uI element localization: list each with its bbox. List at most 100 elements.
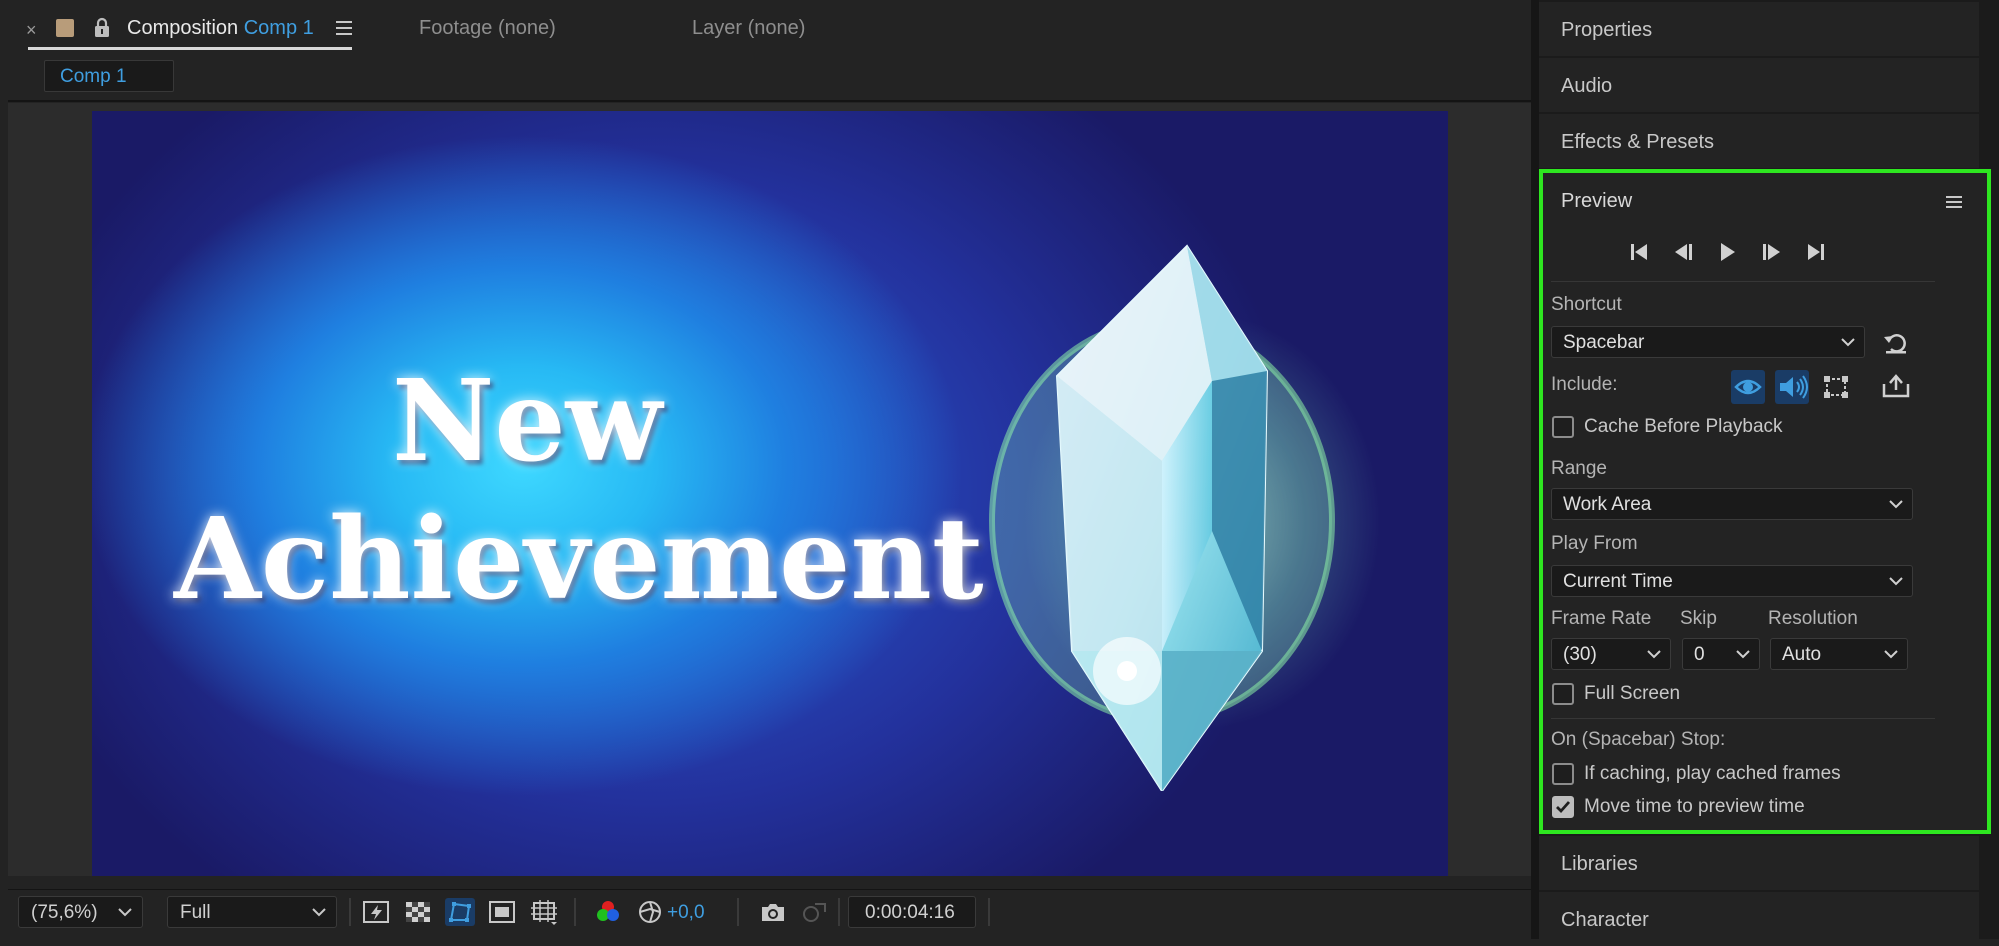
panel-properties[interactable]: Properties [1539,2,1979,56]
active-tab-underline [28,47,352,50]
crystal-illustration [989,244,1335,791]
panel-character[interactable]: Character [1539,892,1979,946]
preview-panel-title[interactable]: Preview [1561,190,1632,213]
if-caching-checkbox[interactable] [1552,763,1574,785]
zoom-value: (75,6%) [31,902,98,923]
tab-layer[interactable]: Layer (none) [692,17,805,40]
resolution-value: Full [180,902,211,923]
tab-composition-label: Composition [127,17,239,39]
chevron-down-icon [1841,338,1855,347]
panel-effects-presets[interactable]: Effects & Presets [1539,114,1979,168]
checkmark-icon [1556,801,1571,814]
frame-rate-label: Frame Rate [1551,608,1652,629]
divider [1551,281,1935,282]
eye-icon [1734,379,1762,395]
range-value: Work Area [1563,494,1652,515]
transparency-grid-icon[interactable] [403,898,433,926]
shortcut-value: Spacebar [1563,332,1645,353]
chevron-down-icon [1884,650,1898,659]
skip-label: Skip [1680,608,1717,629]
skip-value: 0 [1694,644,1705,665]
panel-divider[interactable] [1531,0,1539,939]
fast-previews-icon[interactable] [361,898,391,926]
comp-breadcrumb-chip[interactable]: Comp 1 [44,60,174,92]
frame-rate-value: (30) [1563,644,1597,665]
toolbar-divider [349,898,351,926]
panel-menu-icon[interactable] [1946,195,1962,209]
range-select[interactable]: Work Area [1551,488,1913,520]
include-audio-toggle[interactable] [1775,370,1809,404]
composition-canvas[interactable]: New Achievement [92,111,1448,876]
speaker-icon [1780,375,1808,399]
snapshot-camera-icon[interactable] [758,898,788,926]
chevron-down-icon [1889,500,1903,509]
play-icon[interactable] [1713,239,1741,265]
cache-before-playback-checkbox[interactable] [1552,416,1574,438]
region-of-interest-icon[interactable] [487,898,517,926]
tab-composition[interactable]: Composition Comp 1 [127,17,314,40]
chevron-down-icon [118,908,132,917]
panel-audio[interactable]: Audio [1539,58,1979,112]
play-from-label: Play From [1551,533,1638,554]
toolbar-divider [838,898,840,926]
toolbar-divider [988,898,990,926]
tab-composition-name: Comp 1 [243,17,314,39]
composition-color-swatch-icon [56,19,74,37]
shortcut-label: Shortcut [1551,294,1622,315]
preview-panel: Preview Shortcut Spacebar Include: Cache… [1539,169,1991,834]
skip-select[interactable]: 0 [1682,638,1760,670]
if-caching-label[interactable]: If caching, play cached frames [1584,763,1841,785]
panel-libraries[interactable]: Libraries [1539,836,1979,890]
lock-icon[interactable] [92,17,112,39]
show-snapshot-icon[interactable] [799,898,829,926]
composition-viewer[interactable]: New Achievement [8,103,1531,876]
shortcut-select[interactable]: Spacebar [1551,326,1865,358]
move-time-checkbox[interactable] [1552,796,1574,818]
tab-footage[interactable]: Footage (none) [419,17,556,40]
next-frame-icon[interactable] [1758,239,1786,265]
composition-panel: × Composition Comp 1 Footage (none) Laye… [0,0,1531,939]
canvas-title-line-1: New [392,356,663,487]
close-tab-icon[interactable]: × [26,20,37,41]
frame-rate-select[interactable]: (30) [1551,638,1671,670]
reset-exposure-icon[interactable] [635,898,665,926]
chevron-down-icon [1647,650,1661,659]
include-label: Include: [1551,374,1618,395]
move-time-label[interactable]: Move time to preview time [1584,796,1805,818]
on-stop-label: On (Spacebar) Stop: [1551,729,1726,750]
current-time-display[interactable]: 0:00:04:16 [848,896,976,928]
include-video-toggle[interactable] [1731,370,1765,404]
play-from-select[interactable]: Current Time [1551,565,1913,597]
resolution-select[interactable]: Auto [1770,638,1908,670]
chevron-down-icon [1736,650,1750,659]
range-label: Range [1551,458,1607,479]
first-frame-icon[interactable] [1625,239,1653,265]
comp-navigator-bar: Comp 1 [8,56,1531,102]
full-screen-label[interactable]: Full Screen [1584,683,1680,705]
viewer-toolbar: (75,6%) Full +0,0 0:00:04:16 [8,889,1531,939]
resolution-label: Resolution [1768,608,1858,629]
include-overlays-toggle[interactable] [1819,370,1853,404]
viewer-tab-bar: × Composition Comp 1 Footage (none) Laye… [0,0,1531,56]
last-frame-icon[interactable] [1802,239,1830,265]
canvas-title-line-2: Achievement [174,494,984,625]
mask-path-visibility-icon[interactable] [445,898,475,926]
play-from-value: Current Time [1563,571,1673,592]
toolbar-divider [574,898,576,926]
resolution-select[interactable]: Full [167,896,337,928]
divider [1551,718,1935,719]
panel-menu-icon[interactable] [334,19,354,37]
previous-frame-icon[interactable] [1669,239,1697,265]
zoom-select[interactable]: (75,6%) [18,896,143,928]
chevron-down-icon [1889,577,1903,586]
exposure-value[interactable]: +0,0 [667,902,705,924]
full-screen-checkbox[interactable] [1552,683,1574,705]
chevron-down-icon [312,908,326,917]
grid-guides-icon[interactable] [529,898,559,926]
resolution-value: Auto [1782,644,1822,665]
color-channels-icon[interactable] [593,898,623,926]
cache-before-playback-label[interactable]: Cache Before Playback [1584,416,1783,438]
reset-icon[interactable] [1881,329,1911,357]
export-icon[interactable] [1881,372,1911,400]
layer-controls-icon [1824,376,1848,398]
